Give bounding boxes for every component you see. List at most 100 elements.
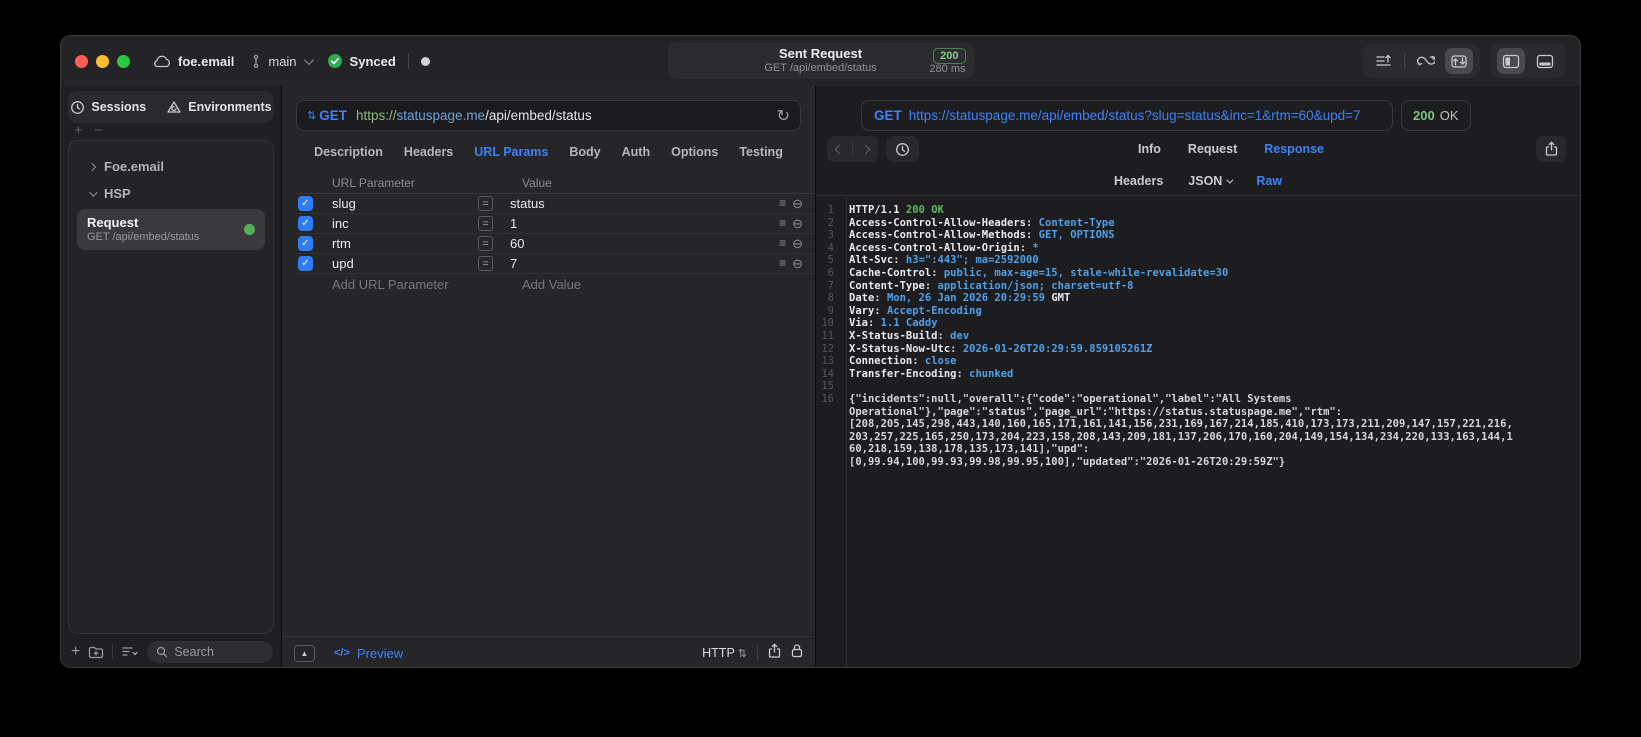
panel-left-icon bbox=[1502, 54, 1520, 68]
line-number: 2 bbox=[827, 216, 834, 229]
line-content: 203,257,225,165,250,173,204,223,158,208,… bbox=[849, 430, 1513, 443]
tab-label: URL Params bbox=[474, 144, 549, 159]
line-content: {"incidents":null,"overall":{"code":"ope… bbox=[849, 392, 1292, 405]
add-session-button[interactable]: + bbox=[74, 123, 83, 138]
param-value[interactable]: status bbox=[504, 196, 765, 211]
close-window-button[interactable] bbox=[75, 54, 88, 68]
line-number bbox=[816, 431, 840, 444]
desktop: foe.email main Synced Sent Request GET /… bbox=[0, 0, 1641, 737]
param-name[interactable]: inc bbox=[332, 216, 478, 231]
reorder-icon[interactable]: ≡ bbox=[779, 196, 786, 212]
traffic-lights bbox=[75, 54, 130, 68]
sort-filter-button[interactable] bbox=[121, 645, 139, 658]
tab-testing[interactable]: Testing bbox=[739, 145, 783, 159]
param-checkbox[interactable]: ✓ bbox=[298, 236, 313, 251]
remove-row-icon[interactable]: ⊖ bbox=[792, 256, 803, 272]
tab-label: Options bbox=[671, 144, 719, 159]
session-dot-indicator[interactable] bbox=[420, 56, 430, 66]
request-url-bar[interactable]: ⇅ GET https://statuspage.me/api/embed/st… bbox=[296, 100, 801, 131]
minimize-window-button[interactable] bbox=[96, 54, 109, 68]
toggle-sidebar-button[interactable] bbox=[1497, 48, 1525, 74]
workspace-switcher[interactable]: foe.email bbox=[152, 54, 234, 69]
add-value-placeholder[interactable]: Add Value bbox=[504, 277, 765, 292]
url-scheme: https:// bbox=[355, 108, 397, 123]
sync-loop-button[interactable] bbox=[1411, 48, 1439, 74]
toggle-bottom-panel-button[interactable] bbox=[1531, 48, 1559, 74]
method-dropdown-icon[interactable]: ⇅ bbox=[307, 109, 316, 122]
param-value[interactable]: 7 bbox=[504, 256, 765, 271]
add-request-button[interactable]: + bbox=[71, 643, 80, 661]
param-checkbox[interactable]: ✓ bbox=[298, 216, 313, 231]
sidebar-search-input[interactable]: Search bbox=[147, 640, 273, 663]
response-body[interactable]: 1 HTTP/1.1 200 OK 2 Access-Control-Allow-He… bbox=[816, 196, 1580, 667]
request-status-pill[interactable]: Sent Request GET /api/embed/status 200 2… bbox=[667, 43, 974, 79]
history-button[interactable] bbox=[886, 136, 919, 162]
remove-row-icon[interactable]: ⊖ bbox=[792, 236, 803, 252]
request-panel-toggle[interactable] bbox=[1445, 48, 1473, 74]
tab-body[interactable]: Body bbox=[569, 145, 600, 159]
param-name[interactable]: slug bbox=[332, 196, 478, 211]
line-content: Access-Control-Allow-Headers: Content-Ty… bbox=[849, 216, 1115, 229]
tab-options[interactable]: Options bbox=[671, 145, 718, 159]
share-request-button[interactable] bbox=[768, 643, 781, 664]
back-button[interactable] bbox=[827, 144, 852, 154]
line-content: [0,99.94,100,99.93,99.98,99.95,100],"upd… bbox=[849, 455, 1286, 468]
param-row-actions: ≡ ⊖ bbox=[765, 236, 815, 252]
tree-item-request[interactable]: Request GET /api/embed/status bbox=[77, 209, 265, 250]
editor-footer: ▲ </> Preview HTTP ⇅ bbox=[282, 636, 815, 667]
code-line: 1 HTTP/1.1 200 OK bbox=[816, 204, 1580, 217]
tab-response[interactable]: Response bbox=[1264, 142, 1324, 156]
tab-sessions[interactable]: Sessions bbox=[70, 100, 146, 115]
tab-url-params[interactable]: URL Params bbox=[474, 145, 548, 159]
param-name[interactable]: upd bbox=[332, 256, 478, 271]
lock-button[interactable] bbox=[791, 643, 803, 663]
chevron-left-icon bbox=[834, 144, 845, 154]
param-row-slug: ✓ slug = status ≡ ⊖ bbox=[296, 194, 815, 214]
expand-panel-button[interactable]: ▲ bbox=[294, 644, 315, 662]
reorder-icon[interactable]: ≡ bbox=[779, 256, 786, 272]
forward-button[interactable] bbox=[853, 144, 878, 154]
line-content: Vary: Accept-Encoding bbox=[849, 304, 982, 317]
tab-environments[interactable]: Environments bbox=[166, 100, 272, 115]
tab-info[interactable]: Info bbox=[1138, 142, 1161, 156]
tab-headers[interactable]: Headers bbox=[1114, 174, 1163, 188]
param-value[interactable]: 60 bbox=[504, 236, 765, 251]
param-value[interactable]: 1 bbox=[504, 216, 765, 231]
remove-row-icon[interactable]: ⊖ bbox=[792, 216, 803, 232]
line-number: 14 bbox=[821, 367, 834, 380]
param-checkbox[interactable]: ✓ bbox=[298, 256, 313, 271]
param-checkbox[interactable]: ✓ bbox=[298, 196, 313, 211]
param-name[interactable]: rtm bbox=[332, 236, 478, 251]
updown-arrows-icon: ⇅ bbox=[737, 647, 747, 660]
code-line: 3 Access-Control-Allow-Methods: GET, OPTI… bbox=[816, 229, 1580, 242]
remove-session-button[interactable]: − bbox=[94, 123, 103, 138]
send-reload-icon[interactable]: ↻ bbox=[777, 106, 790, 126]
sent-request-url[interactable]: GET https://statuspage.me/api/embed/stat… bbox=[861, 100, 1393, 131]
add-param-placeholder[interactable]: Add URL Parameter bbox=[332, 277, 478, 292]
reorder-icon[interactable]: ≡ bbox=[779, 236, 786, 252]
tab-request[interactable]: Request bbox=[1188, 142, 1237, 156]
sync-status[interactable]: Synced bbox=[327, 53, 396, 69]
request-method[interactable]: GET bbox=[319, 108, 347, 123]
remove-row-icon[interactable]: ⊖ bbox=[792, 196, 803, 212]
zoom-window-button[interactable] bbox=[117, 54, 130, 68]
import-export-button[interactable] bbox=[1370, 48, 1398, 74]
tab-description[interactable]: Description bbox=[314, 145, 383, 159]
tab-auth[interactable]: Auth bbox=[622, 145, 650, 159]
tab-raw[interactable]: Raw bbox=[1256, 174, 1282, 188]
tab-json[interactable]: JSON bbox=[1188, 174, 1234, 188]
export-response-button[interactable] bbox=[1536, 136, 1566, 162]
workspace-name: foe.email bbox=[178, 53, 235, 69]
preview-button[interactable]: </> Preview bbox=[334, 646, 403, 661]
lock-icon bbox=[791, 644, 803, 658]
branch-switcher[interactable]: main bbox=[251, 54, 314, 69]
reorder-icon[interactable]: ≡ bbox=[779, 216, 786, 232]
code-line: 5 Alt-Svc: h3=":443"; ma=2592000 bbox=[816, 254, 1580, 267]
sent-method: GET bbox=[874, 108, 902, 123]
tree-group-foe-email[interactable]: Foe.email bbox=[77, 153, 265, 180]
protocol-selector[interactable]: HTTP ⇅ bbox=[702, 646, 747, 660]
panel-bottom-icon bbox=[1536, 54, 1554, 68]
tab-headers[interactable]: Headers bbox=[404, 145, 453, 159]
tree-group-hsp[interactable]: HSP bbox=[77, 180, 265, 207]
new-folder-button[interactable] bbox=[88, 645, 104, 659]
